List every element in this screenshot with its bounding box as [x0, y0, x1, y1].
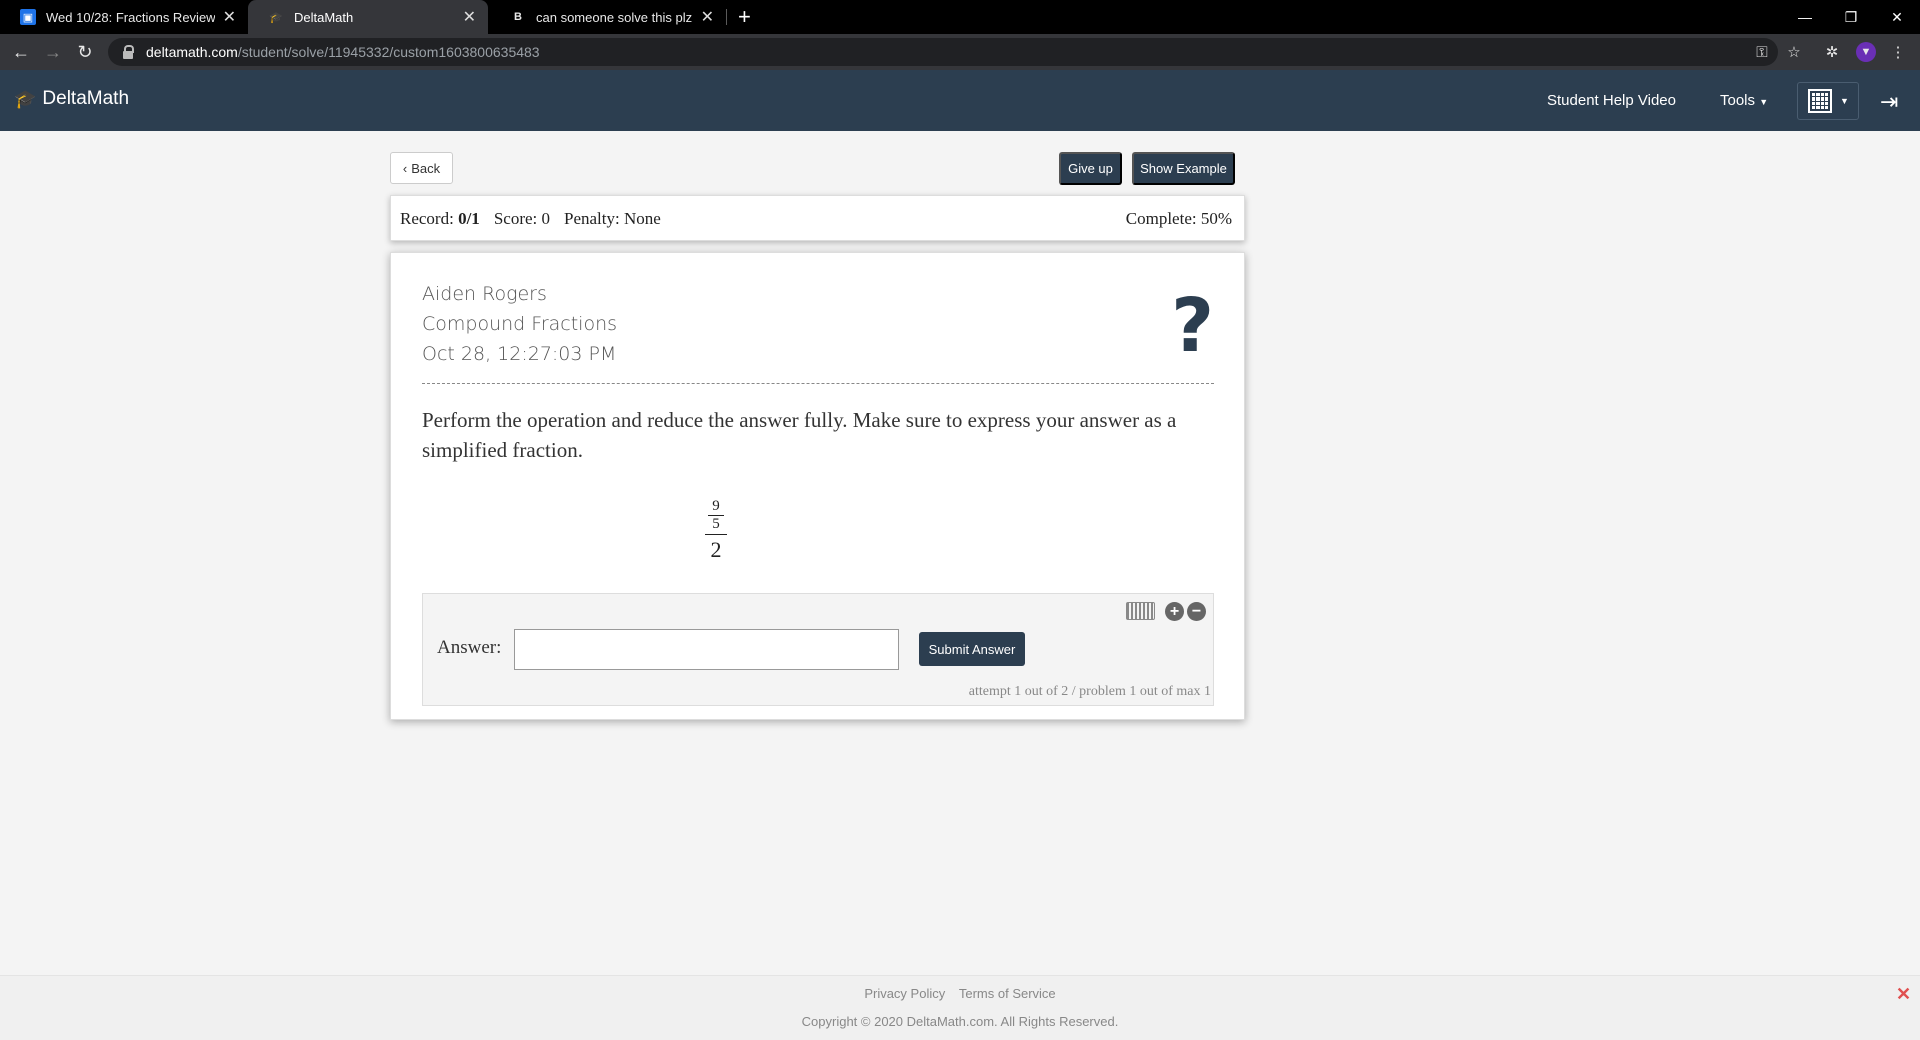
tools-dropdown[interactable]: Tools ▼	[1720, 92, 1768, 109]
problem-card: Aiden Rogers Compound Fractions Oct 28, …	[390, 252, 1245, 720]
compound-fraction: 9 5 2	[705, 499, 727, 562]
app-header: 🎓 DeltaMath Student Help Video Tools ▼ ▼…	[0, 70, 1920, 131]
inner-numerator: 9	[712, 498, 720, 514]
complete-stat: Complete: 50%	[1125, 209, 1232, 228]
back-arrow-icon[interactable]: ←	[10, 41, 32, 63]
answer-input[interactable]	[514, 629, 899, 670]
question-mark-icon[interactable]: ?	[1171, 283, 1214, 369]
url-path: /student/solve/11945332/custom1603800635…	[237, 44, 540, 60]
classroom-icon: ▣	[20, 9, 36, 25]
give-up-button[interactable]: Give up	[1059, 152, 1122, 185]
back-button[interactable]: ‹ Back	[390, 152, 453, 184]
zoom-in-icon[interactable]: +	[1165, 602, 1184, 621]
tab-separator	[726, 9, 727, 25]
footer: Privacy Policy Terms of Service Copyrigh…	[0, 975, 1920, 1040]
close-icon[interactable]: ✕	[1896, 984, 1911, 1005]
problem-prompt: Perform the operation and reduce the ans…	[422, 408, 1177, 462]
caret-down-icon: ▼	[1759, 97, 1769, 107]
logout-icon[interactable]: ⇥	[1880, 89, 1898, 115]
student-help-video-link[interactable]: Student Help Video	[1547, 92, 1676, 109]
key-icon[interactable]: ⚿	[1752, 42, 1772, 62]
inner-denominator: 5	[712, 516, 720, 532]
browser-tab-bar: ▣ Wed 10/28: Fractions Review ✕ 🎓 DeltaM…	[0, 0, 1920, 34]
profile-avatar-icon[interactable]: ▼	[1856, 42, 1876, 62]
close-icon[interactable]: ✕	[463, 7, 476, 27]
new-tab-button[interactable]: +	[738, 4, 751, 30]
browser-address-bar: ← → ↻ deltamath.com/student/solve/119453…	[0, 34, 1920, 70]
calculator-icon	[1808, 89, 1832, 113]
copyright: Copyright © 2020 DeltaMath.com. All Righ…	[801, 1014, 1119, 1029]
problem-timestamp: Oct 28, 12:27:03 PM	[422, 343, 617, 365]
record-stat: Record: 0/1	[400, 209, 480, 228]
extensions-puzzle-icon[interactable]: ✲	[1822, 42, 1842, 62]
divider	[422, 383, 1214, 384]
problem-topic: Compound Fractions	[422, 313, 618, 335]
close-icon[interactable]: ✕	[223, 7, 236, 27]
tab-deltamath[interactable]: 🎓 DeltaMath ✕	[248, 0, 488, 34]
lock-icon	[122, 45, 134, 59]
privacy-policy-link[interactable]: Privacy Policy	[864, 986, 945, 1001]
problem-meta: Aiden Rogers Compound Fractions Oct 28, …	[422, 279, 617, 369]
student-name: Aiden Rogers	[422, 283, 547, 305]
reload-icon[interactable]: ↻	[74, 41, 96, 63]
brainly-icon: B	[514, 11, 522, 23]
brand-logo[interactable]: 🎓 DeltaMath	[14, 88, 129, 110]
back-label: Back	[411, 160, 441, 176]
outer-fraction-bar	[705, 534, 727, 535]
score-stat: Score: 0	[493, 209, 550, 228]
penalty-stat: Penalty: None	[564, 209, 661, 228]
brand-name: DeltaMath	[42, 88, 130, 109]
tab-title: DeltaMath	[294, 9, 354, 25]
show-example-button[interactable]: Show Example	[1132, 152, 1235, 185]
tools-label: Tools	[1720, 92, 1756, 109]
submit-answer-button[interactable]: Submit Answer	[919, 632, 1025, 666]
terms-of-service-link[interactable]: Terms of Service	[959, 986, 1056, 1001]
tab-brainly[interactable]: B can someone solve this plz - Brai ✕	[490, 0, 726, 34]
close-icon[interactable]: ✕	[701, 7, 714, 27]
caret-down-icon: ▼	[1840, 96, 1849, 106]
tab-title: Wed 10/28: Fractions Review	[46, 9, 215, 25]
attempt-counter: attempt 1 out of 2 / problem 1 out of ma…	[968, 684, 1211, 699]
more-menu-icon[interactable]: ⋮	[1888, 42, 1908, 62]
answer-label: Answer:	[437, 637, 502, 658]
calculator-button[interactable]: ▼	[1797, 82, 1859, 120]
chevron-left-icon: ‹	[402, 160, 408, 176]
outer-denominator: 2	[710, 537, 722, 562]
zoom-out-icon[interactable]: −	[1187, 602, 1206, 621]
tab-title: can someone solve this plz - Brai	[536, 9, 693, 25]
restore-icon[interactable]: ❐	[1828, 0, 1874, 34]
mortarboard-icon: 🎓	[269, 11, 283, 24]
answer-panel: + − Answer: Submit Answer attempt 1 out …	[422, 593, 1214, 706]
url-host: deltamath.com	[146, 44, 238, 60]
window-close-icon[interactable]: ✕	[1874, 0, 1920, 34]
forward-arrow-icon[interactable]: →	[42, 41, 64, 63]
star-icon[interactable]: ☆	[1784, 42, 1804, 62]
keyboard-icon[interactable]	[1126, 602, 1155, 620]
minimize-icon[interactable]: —	[1782, 0, 1828, 34]
tab-fractions-review[interactable]: ▣ Wed 10/28: Fractions Review ✕	[0, 0, 248, 34]
url-field[interactable]: deltamath.com/student/solve/11945332/cus…	[108, 38, 1778, 66]
mortarboard-icon: 🎓	[14, 88, 37, 109]
record-bar: Record: 0/1 Score: 0 Penalty: None Compl…	[390, 195, 1245, 241]
